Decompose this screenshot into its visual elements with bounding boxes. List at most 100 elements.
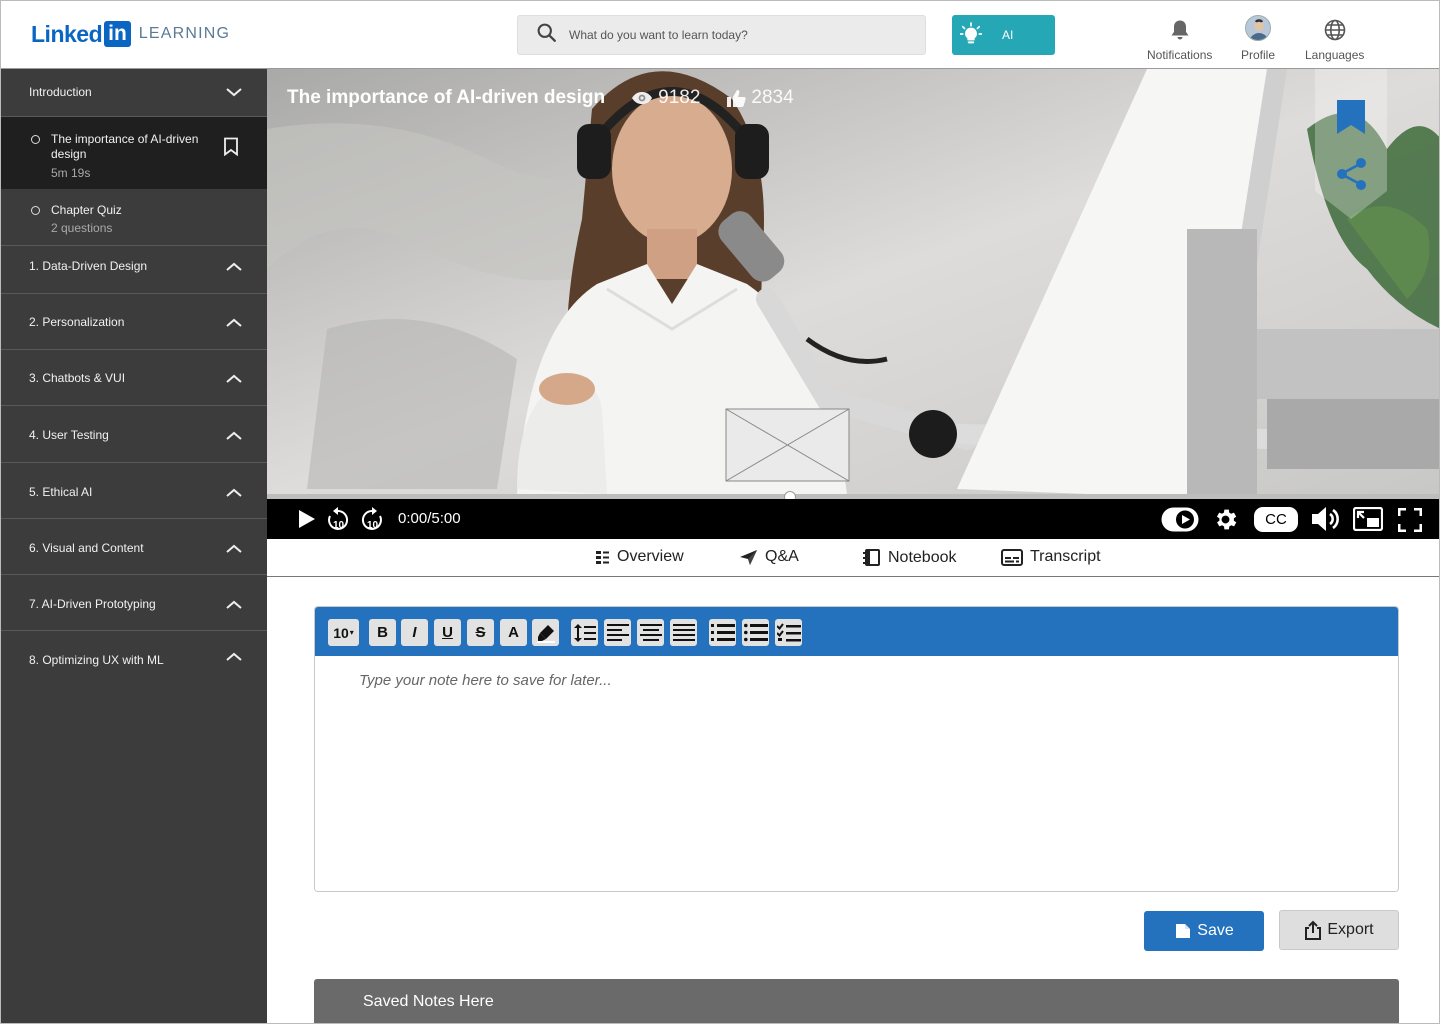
italic-button[interactable]: I xyxy=(401,619,428,646)
strikethrough-button[interactable]: S xyxy=(467,619,494,646)
bookmark-icon[interactable] xyxy=(1336,99,1366,140)
top-header: Linked in LEARNING AI Notifications xyxy=(1,1,1439,69)
tab-notebook[interactable]: Notebook xyxy=(863,548,957,567)
chevron-up-icon[interactable] xyxy=(225,429,243,447)
chapter-label: 8. Optimizing UX with ML xyxy=(29,653,164,667)
sidebar-chapter-4[interactable]: 4. User Testing xyxy=(1,406,267,463)
avatar xyxy=(1245,15,1271,41)
underline-button[interactable]: U xyxy=(434,619,461,646)
nav-languages[interactable]: Languages xyxy=(1305,17,1364,62)
rewind-10-icon[interactable]: 10 xyxy=(327,507,349,536)
view-count-value: 9182 xyxy=(658,87,701,108)
numbered-list-icon[interactable] xyxy=(709,619,736,646)
lesson-item-active[interactable]: The importance of AI-driven design 5m 19… xyxy=(1,117,267,189)
picture-in-picture-icon[interactable] xyxy=(1352,506,1384,536)
like-count-value: 2834 xyxy=(751,87,794,108)
chevron-up-icon[interactable] xyxy=(225,260,243,278)
align-center-icon[interactable] xyxy=(637,619,664,646)
tab-overview[interactable]: Overview xyxy=(595,548,684,566)
save-button[interactable]: Save xyxy=(1144,911,1264,951)
tab-label: Overview xyxy=(617,548,684,565)
thumbs-up-icon xyxy=(727,90,747,107)
app-window: Linked in LEARNING AI Notifications xyxy=(0,0,1440,1024)
sidebar-chapter-8[interactable]: 8. Optimizing UX with ML xyxy=(1,631,267,687)
saved-notes-label: Saved Notes Here xyxy=(363,993,494,1010)
play-icon[interactable] xyxy=(298,509,316,534)
nav-languages-label: Languages xyxy=(1305,48,1365,62)
list-icon xyxy=(596,550,609,564)
linkedin-learning-logo[interactable]: Linked in LEARNING xyxy=(31,20,230,48)
ai-assistant-button[interactable]: AI xyxy=(952,15,1055,55)
video-frame-image xyxy=(267,69,1439,494)
svg-text:10: 10 xyxy=(333,520,345,531)
nav-notifications[interactable]: Notifications xyxy=(1147,17,1212,62)
chevron-up-icon[interactable] xyxy=(225,598,243,616)
chapter-label: 4. User Testing xyxy=(29,428,109,442)
fullscreen-icon[interactable] xyxy=(1397,507,1423,537)
settings-gear-icon[interactable] xyxy=(1212,506,1239,538)
sidebar-chapter-3[interactable]: 3. Chatbots & VUI xyxy=(1,350,267,406)
sidebar-chapter-5[interactable]: 5. Ethical AI xyxy=(1,463,267,519)
tab-transcript[interactable]: Transcript xyxy=(1001,548,1101,566)
export-icon xyxy=(1305,920,1322,940)
dropdown-caret-icon: ▾ xyxy=(349,628,354,637)
autoplay-toggle-icon[interactable] xyxy=(1161,507,1199,537)
tab-label: Notebook xyxy=(888,548,957,566)
tab-label: Transcript xyxy=(1030,548,1101,565)
search-input[interactable] xyxy=(569,28,889,42)
search-bar xyxy=(517,15,926,55)
editor-toolbar: 10 ▾ B I U S A xyxy=(315,607,1398,656)
sidebar-chapter-2[interactable]: 2. Personalization xyxy=(1,294,267,350)
export-button[interactable]: Export xyxy=(1279,910,1399,950)
nav-profile[interactable]: Profile xyxy=(1241,15,1276,62)
line-spacing-icon[interactable] xyxy=(571,619,598,646)
align-justify-icon[interactable] xyxy=(670,619,697,646)
tab-qa[interactable]: Q&A xyxy=(739,548,799,566)
view-count: 9182 xyxy=(631,87,700,109)
align-left-icon[interactable] xyxy=(604,619,631,646)
sidebar-chapter-7[interactable]: 7. AI-Driven Prototyping xyxy=(1,575,267,631)
save-button-label: Save xyxy=(1197,922,1234,939)
transcript-icon xyxy=(1001,548,1023,566)
nav-profile-label: Profile xyxy=(1241,48,1276,62)
notebook-icon xyxy=(863,549,880,566)
chapter-label: 2. Personalization xyxy=(29,315,125,329)
forward-10-icon[interactable]: 10 xyxy=(361,507,383,536)
sidebar-chapter-6[interactable]: 6. Visual and Content xyxy=(1,519,267,575)
sidebar-chapter-introduction[interactable]: Introduction xyxy=(1,69,267,117)
bullet-list-icon[interactable] xyxy=(742,619,769,646)
chevron-up-icon[interactable] xyxy=(225,650,243,668)
search-icon[interactable] xyxy=(536,22,557,48)
bookmark-icon[interactable] xyxy=(223,137,239,161)
chevron-up-icon[interactable] xyxy=(225,542,243,560)
note-editor: 10 ▾ B I U S A xyxy=(314,606,1399,892)
highlighter-icon[interactable] xyxy=(532,619,559,646)
logo-linked-text: Linked xyxy=(31,20,103,47)
closed-captions-button[interactable]: CC xyxy=(1254,507,1298,532)
logo-in-badge: in xyxy=(104,21,131,47)
save-file-icon xyxy=(1176,924,1191,938)
sidebar-chapter-1[interactable]: 1. Data-Driven Design xyxy=(1,246,267,294)
chevron-up-icon[interactable] xyxy=(225,372,243,390)
content-tabs: Overview Q&A Notebook Transcript xyxy=(267,539,1439,577)
bold-button[interactable]: B xyxy=(369,619,396,646)
font-size-value: 10 xyxy=(333,624,349,641)
lesson-status-icon xyxy=(31,206,40,215)
chevron-up-icon[interactable] xyxy=(225,486,243,504)
font-size-dropdown[interactable]: 10 ▾ xyxy=(328,619,359,646)
video-player[interactable]: The importance of AI-driven design 9182 … xyxy=(267,69,1439,494)
nav-notifications-label: Notifications xyxy=(1147,48,1213,62)
lesson-item-quiz[interactable]: Chapter Quiz 2 questions xyxy=(1,189,267,246)
note-textarea[interactable] xyxy=(315,656,1398,891)
chevron-up-icon[interactable] xyxy=(225,316,243,334)
lesson-status-icon xyxy=(31,135,40,144)
send-icon xyxy=(740,549,757,565)
saved-notes-panel: Saved Notes Here xyxy=(314,979,1399,1023)
chevron-down-icon[interactable] xyxy=(225,85,243,103)
volume-icon[interactable] xyxy=(1311,506,1341,537)
checklist-icon[interactable] xyxy=(775,619,802,646)
lightbulb-icon xyxy=(959,21,983,49)
font-color-button[interactable]: A xyxy=(500,619,527,646)
share-icon[interactable] xyxy=(1336,157,1368,196)
video-title-row: The importance of AI-driven design 9182 … xyxy=(287,87,794,109)
